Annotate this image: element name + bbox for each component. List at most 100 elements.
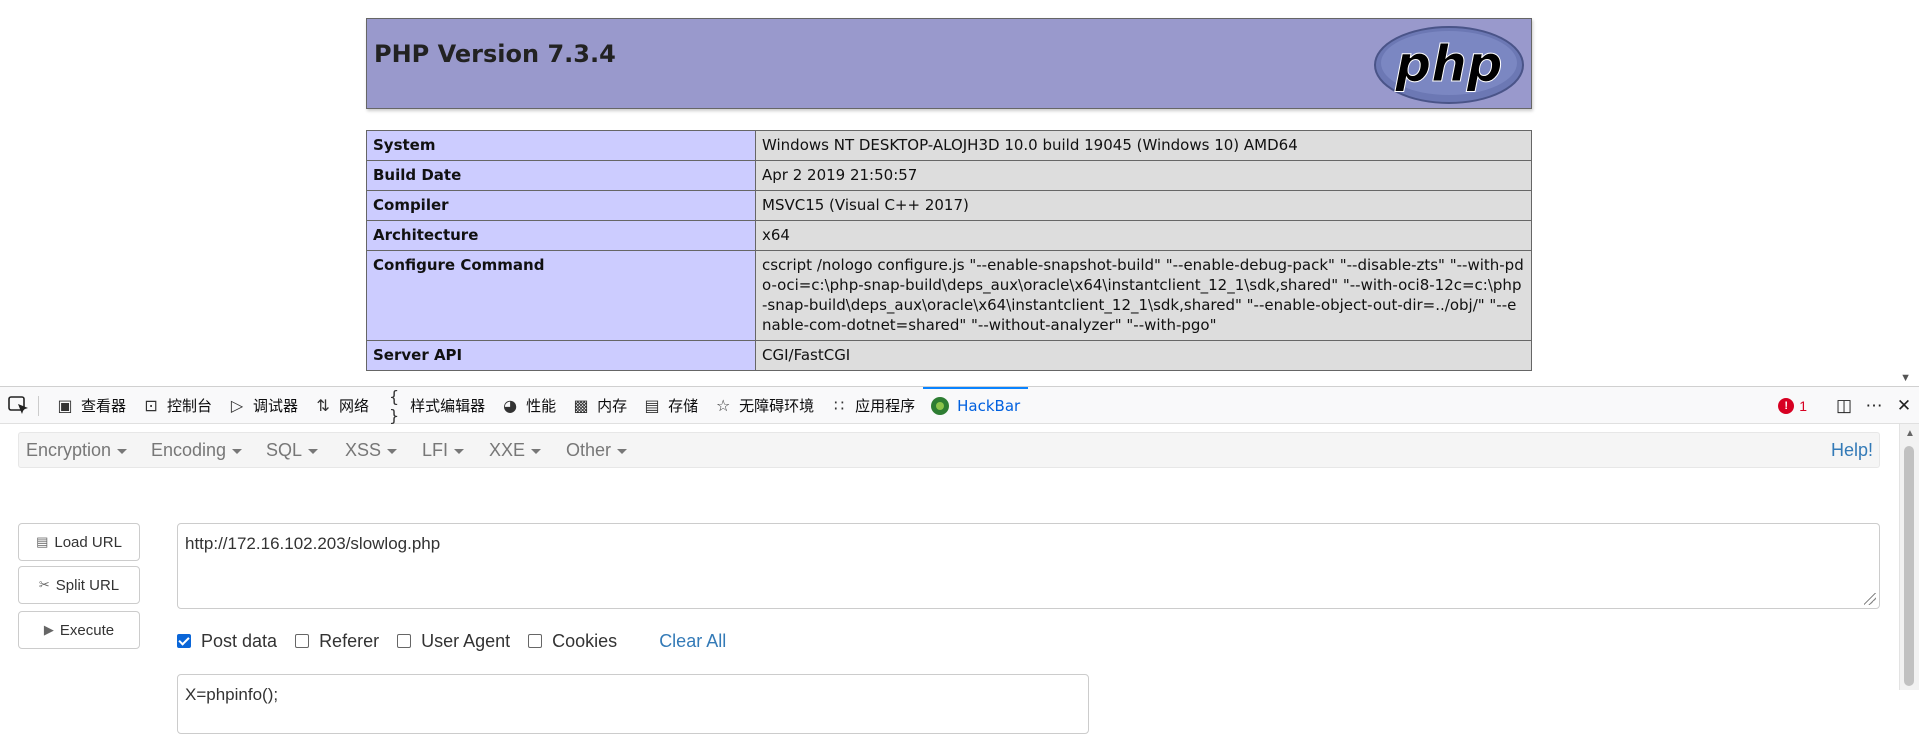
hackbar-menubar: Encryption Encoding SQL XSS LFI XXE Othe… bbox=[18, 432, 1880, 468]
tab-network[interactable]: ⇅ 网络 bbox=[306, 387, 377, 424]
debugger-icon: ▷ bbox=[230, 396, 244, 415]
button-label: Split URL bbox=[55, 576, 120, 594]
tab-label: 无障碍环境 bbox=[739, 397, 815, 415]
menu-label: Other bbox=[566, 440, 612, 460]
row-key: Compiler bbox=[366, 190, 756, 221]
row-value: CGI/FastCGI bbox=[755, 340, 1532, 371]
checkbox-label: Cookies bbox=[552, 630, 618, 651]
checkbox-icon bbox=[397, 634, 412, 648]
inspector-icon: ▣ bbox=[57, 396, 73, 415]
row-key: Configure Command bbox=[366, 250, 756, 341]
user-agent-checkbox[interactable]: User Agent bbox=[397, 631, 510, 652]
row-value: x64 bbox=[755, 220, 1532, 251]
tab-label: 样式编辑器 bbox=[410, 397, 486, 415]
scissors-icon: ✂ bbox=[38, 577, 50, 592]
cookies-checkbox[interactable]: Cookies bbox=[528, 631, 617, 652]
menu-other[interactable]: Other bbox=[566, 433, 628, 467]
scroll-down-icon[interactable]: ▼ bbox=[1900, 372, 1911, 384]
tab-storage[interactable]: ▤ 存储 bbox=[635, 387, 706, 424]
tab-hackbar[interactable]: HackBar bbox=[923, 387, 1029, 424]
storage-icon: ▤ bbox=[644, 396, 660, 415]
style-editor-icon: { } bbox=[388, 386, 400, 425]
php-header: PHP Version 7.3.4 php bbox=[366, 18, 1532, 109]
help-link[interactable]: Help! bbox=[1831, 433, 1873, 467]
checkbox-checked-icon bbox=[177, 634, 191, 648]
scroll-up-icon[interactable]: ▲ bbox=[1905, 428, 1915, 439]
url-input[interactable]: http://172.16.102.203/slowlog.php bbox=[177, 523, 1880, 609]
toolbar-divider bbox=[38, 396, 39, 416]
error-icon: ! bbox=[1778, 397, 1795, 414]
post-data-checkbox[interactable]: Post data bbox=[177, 631, 277, 652]
devtools-tabs: ▣ 查看器 ⊡ 控制台 ▷ 调试器 ⇅ 网络 { } 样式编辑器 ◕ 性能 ▩ … bbox=[48, 386, 1029, 425]
element-picker-icon[interactable] bbox=[8, 396, 30, 416]
tab-label: 内存 bbox=[597, 397, 628, 415]
tab-label: 查看器 bbox=[81, 397, 127, 415]
menu-label: SQL bbox=[266, 440, 303, 460]
table-row: Build Date Apr 2 2019 21:50:57 bbox=[366, 160, 1532, 191]
row-value: cscript /nologo configure.js "--enable-s… bbox=[755, 250, 1532, 341]
tab-application[interactable]: ∷ 应用程序 bbox=[822, 387, 923, 424]
panel-scrollbar[interactable]: ▲ bbox=[1899, 424, 1919, 690]
application-icon: ∷ bbox=[834, 396, 845, 415]
row-key: Architecture bbox=[366, 220, 756, 251]
table-row: System Windows NT DESKTOP-ALOJH3D 10.0 b… bbox=[366, 130, 1532, 161]
tab-label: 性能 bbox=[526, 397, 557, 415]
button-label: Load URL bbox=[54, 533, 122, 551]
post-data-input[interactable]: X=phpinfo(); bbox=[177, 674, 1089, 734]
caret-down-icon bbox=[117, 448, 128, 454]
scrollbar-thumb[interactable] bbox=[1904, 446, 1914, 686]
tab-style-editor[interactable]: { } 样式编辑器 bbox=[377, 386, 493, 425]
table-row: Architecture x64 bbox=[366, 220, 1532, 251]
request-options: Post data Referer User Agent Cookies Cle… bbox=[177, 628, 726, 654]
menu-lfi[interactable]: LFI bbox=[422, 433, 465, 467]
menu-encoding[interactable]: Encoding bbox=[151, 433, 243, 467]
checkbox-icon bbox=[295, 634, 310, 648]
tab-console[interactable]: ⊡ 控制台 bbox=[134, 387, 220, 424]
tab-label: 存储 bbox=[668, 397, 699, 415]
menu-label: LFI bbox=[422, 440, 449, 460]
tab-inspector[interactable]: ▣ 查看器 bbox=[48, 387, 134, 424]
page-title: PHP Version 7.3.4 bbox=[374, 40, 616, 68]
dock-side-icon[interactable]: ◫ bbox=[1829, 396, 1859, 416]
referer-checkbox[interactable]: Referer bbox=[295, 631, 379, 652]
button-label: Execute bbox=[59, 621, 115, 639]
checkbox-label: Referer bbox=[319, 630, 380, 651]
tab-memory[interactable]: ▩ 内存 bbox=[564, 387, 635, 424]
clear-all-link[interactable]: Clear All bbox=[659, 631, 726, 652]
row-value: Windows NT DESKTOP-ALOJH3D 10.0 build 19… bbox=[755, 130, 1532, 161]
caret-down-icon bbox=[387, 448, 398, 454]
load-url-button[interactable]: ▤ Load URL bbox=[18, 523, 140, 561]
tab-performance[interactable]: ◕ 性能 bbox=[493, 387, 564, 424]
caret-down-icon bbox=[308, 448, 319, 454]
split-url-button[interactable]: ✂ Split URL bbox=[18, 566, 140, 604]
row-key: System bbox=[366, 130, 756, 161]
performance-icon: ◕ bbox=[503, 396, 518, 415]
php-logo-text: php bbox=[1394, 35, 1502, 93]
tab-label: 应用程序 bbox=[855, 397, 916, 415]
menu-encryption[interactable]: Encryption bbox=[26, 433, 128, 467]
more-options-icon[interactable]: ⋯ bbox=[1859, 396, 1889, 416]
execute-button[interactable]: ▶ Execute bbox=[18, 611, 140, 649]
row-key: Build Date bbox=[366, 160, 756, 191]
tab-label: 控制台 bbox=[167, 397, 213, 415]
tab-debugger[interactable]: ▷ 调试器 bbox=[220, 387, 306, 424]
php-logo: php bbox=[1374, 26, 1524, 104]
phpinfo-table: System Windows NT DESKTOP-ALOJH3D 10.0 b… bbox=[366, 130, 1532, 371]
close-icon[interactable]: ✕ bbox=[1889, 396, 1919, 416]
phpinfo-page: PHP Version 7.3.4 php System Windows NT … bbox=[0, 0, 1919, 386]
caret-down-icon bbox=[454, 448, 465, 454]
hackbar-icon bbox=[931, 396, 950, 415]
menu-sql[interactable]: SQL bbox=[266, 433, 319, 467]
console-icon: ⊡ bbox=[144, 396, 158, 415]
tab-label: HackBar bbox=[957, 396, 1021, 415]
tab-accessibility[interactable]: ☆ 无障碍环境 bbox=[706, 387, 822, 424]
tab-label: 调试器 bbox=[253, 397, 299, 415]
table-row: Server API CGI/FastCGI bbox=[366, 340, 1532, 371]
error-indicator[interactable]: ! 1 bbox=[1778, 397, 1807, 414]
checkbox-label: User Agent bbox=[421, 630, 511, 651]
devtools-toolbar: ▣ 查看器 ⊡ 控制台 ▷ 调试器 ⇅ 网络 { } 样式编辑器 ◕ 性能 ▩ … bbox=[0, 386, 1919, 425]
menu-xss[interactable]: XSS bbox=[345, 433, 398, 467]
menu-xxe[interactable]: XXE bbox=[489, 433, 542, 467]
caret-down-icon bbox=[617, 448, 628, 454]
resize-handle-icon[interactable] bbox=[1864, 593, 1876, 605]
